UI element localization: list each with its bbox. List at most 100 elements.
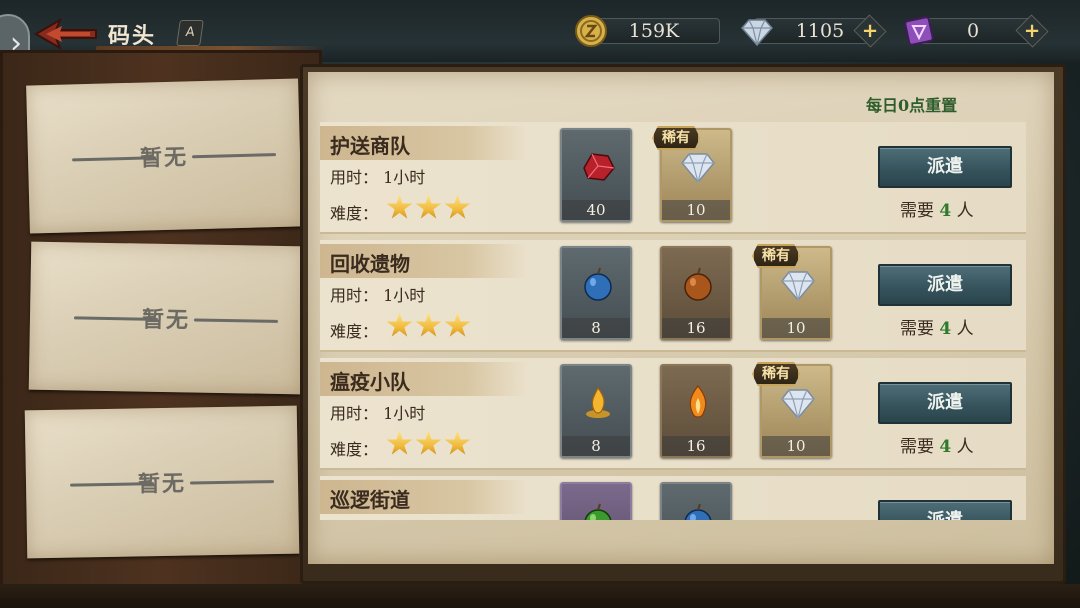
star-icon xyxy=(444,194,471,219)
diamond-icon xyxy=(741,19,773,47)
dispatch-button[interactable]: 派遣 xyxy=(878,382,1012,424)
star-icon xyxy=(415,194,442,219)
blue-apple-icon xyxy=(684,503,712,520)
reward-item[interactable] xyxy=(560,482,632,520)
rare-badge: 稀有 xyxy=(752,362,800,386)
page-title: 码头 xyxy=(108,23,157,49)
diamond-value: 1105 xyxy=(795,20,845,42)
need-prefix: 需要 xyxy=(900,319,934,339)
dispatch-button[interactable]: 派遣 xyxy=(878,500,1012,520)
need-count: 4 xyxy=(939,201,952,221)
mission-duration: 用时： 1小时 xyxy=(330,518,425,520)
blue-apple-icon xyxy=(584,267,612,301)
difficulty-stars xyxy=(386,430,471,458)
duration-label: 用时： xyxy=(330,168,379,187)
dispatch-slot-2[interactable]: 暂无 xyxy=(28,241,304,395)
reward-item[interactable]: 10 稀有 xyxy=(752,362,832,458)
gold-coin-counter: 159K xyxy=(574,14,724,47)
slot-empty-label: 暂无 xyxy=(139,144,189,172)
need-count: 4 xyxy=(939,437,952,457)
golden-flame-icon xyxy=(586,386,610,418)
required-members: 需要 4 人 xyxy=(900,432,974,457)
slot-empty-label: 暂无 xyxy=(137,470,187,498)
dispatch-button[interactable]: 派遣 xyxy=(878,264,1012,306)
reward-count: 10 xyxy=(662,200,730,220)
need-suffix: 人 xyxy=(956,319,974,339)
dispatch-slot-3[interactable]: 暂无 xyxy=(24,405,300,559)
diamond-icon xyxy=(781,389,815,420)
difficulty-stars xyxy=(386,194,471,222)
star-icon xyxy=(415,430,442,455)
dispatch-button[interactable]: 派遣 xyxy=(878,146,1012,188)
mission-difficulty-label: 难度： xyxy=(330,440,379,459)
rare-badge: 稀有 xyxy=(652,126,700,150)
star-icon xyxy=(415,312,442,337)
need-prefix: 需要 xyxy=(900,437,934,457)
help-icon[interactable]: A xyxy=(176,20,204,46)
star-icon xyxy=(444,312,471,337)
duration-label: 用时： xyxy=(330,286,379,305)
back-arrow-icon[interactable] xyxy=(32,16,100,52)
reward-item[interactable]: 8 xyxy=(560,246,632,340)
bottom-wood-border xyxy=(0,584,1080,608)
reward-count: 16 xyxy=(662,318,730,338)
mission-title: 巡逻街道 xyxy=(330,488,410,512)
daily-reset-note: 每日0点重置 xyxy=(866,96,958,115)
reward-count: 16 xyxy=(662,436,730,456)
duration-value: 1小时 xyxy=(383,286,426,305)
difficulty-stars xyxy=(386,312,471,340)
reward-count: 40 xyxy=(562,200,630,220)
reward-item[interactable]: 40 xyxy=(560,128,632,222)
mission-difficulty-label: 难度： xyxy=(330,204,379,223)
reward-item[interactable]: 10 稀有 xyxy=(752,244,832,340)
mission-row: 护送商队 用时： 1小时 难度： 40 10 稀有 派遣 需要 4 人 xyxy=(320,122,1026,234)
mission-duration: 用时： 1小时 xyxy=(330,282,425,306)
gold-coin-value: 159K xyxy=(628,20,680,42)
diamond-icon xyxy=(781,271,815,302)
reward-item[interactable]: 16 xyxy=(660,364,732,458)
need-suffix: 人 xyxy=(956,201,974,221)
mission-list[interactable]: 护送商队 用时： 1小时 难度： 40 10 稀有 派遣 需要 4 人回收遗物 用时： 1小时难… xyxy=(320,122,1026,520)
bronze-apple-icon xyxy=(684,267,712,301)
dispatch-slot-1[interactable]: 暂无 xyxy=(26,78,302,234)
mission-title: 回收遗物 xyxy=(330,252,410,276)
slot-empty-label: 暂无 xyxy=(141,306,191,334)
reward-item[interactable]: 10 稀有 xyxy=(652,126,732,222)
mission-duration: 用时： 1小时 xyxy=(330,164,425,188)
reward-count: 10 xyxy=(762,318,830,338)
purple-gem-icon xyxy=(904,16,934,46)
need-count: 4 xyxy=(939,319,952,339)
reward-count: 8 xyxy=(562,436,630,456)
required-members: 需要 4 人 xyxy=(900,314,974,339)
mission-difficulty-label: 难度： xyxy=(330,322,379,341)
green-apple-icon xyxy=(584,503,612,520)
duration-label: 用时： xyxy=(330,404,379,423)
diamond-counter: 1105 + xyxy=(740,14,890,48)
reward-count: 8 xyxy=(562,318,630,338)
orange-flame-icon xyxy=(689,385,707,418)
need-prefix: 需要 xyxy=(900,201,934,221)
coin-icon xyxy=(575,15,607,47)
duration-value: 1小时 xyxy=(383,168,426,187)
star-icon xyxy=(386,430,413,455)
diamond-icon xyxy=(681,153,715,184)
purple-gem-value: 0 xyxy=(966,20,980,42)
need-suffix: 人 xyxy=(956,437,974,457)
rare-badge: 稀有 xyxy=(752,244,800,268)
mission-title: 瘟疫小队 xyxy=(330,370,410,394)
reward-item[interactable]: 16 xyxy=(660,246,732,340)
mission-row: 回收遗物 用时： 1小时 难度： 8 16 10 稀有 派遣 需要 4 人 xyxy=(320,240,1026,352)
star-icon xyxy=(386,312,413,337)
purple-gem-counter: 0 + xyxy=(902,14,1062,48)
star-icon xyxy=(444,430,471,455)
reward-item[interactable] xyxy=(660,482,732,520)
red-ore-icon xyxy=(583,153,615,181)
mission-row: 巡逻街道用时： 1小时难度：派遣需要 4 人 xyxy=(320,476,1026,520)
reward-count: 10 xyxy=(762,436,830,456)
mission-title: 护送商队 xyxy=(330,134,410,158)
mission-duration: 用时： 1小时 xyxy=(330,400,425,424)
required-members: 需要 4 人 xyxy=(900,196,974,221)
mission-row: 瘟疫小队 用时： 1小时 难度： 8 16 10 稀有 派遣 需要 4 人 xyxy=(320,358,1026,470)
reward-item[interactable]: 8 xyxy=(560,364,632,458)
star-icon xyxy=(386,194,413,219)
